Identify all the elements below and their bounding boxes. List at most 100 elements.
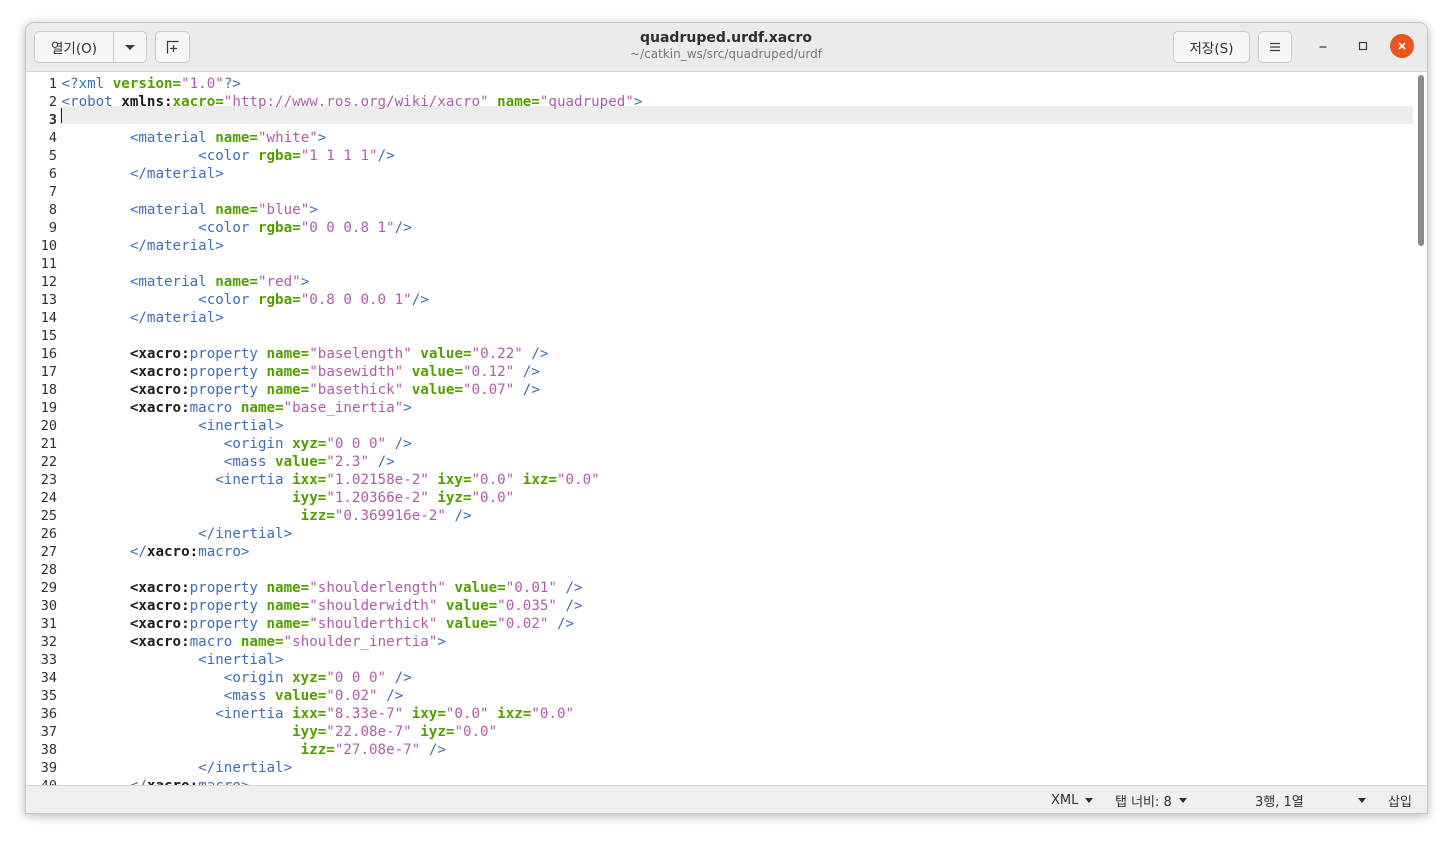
code-token: > [309,202,318,218]
cursor-position-selector[interactable]: 3행, 1열 [1255,791,1366,810]
line-code: <inertial> [62,651,284,669]
line-code: <xacro:macro name="base_inertia"> [62,399,412,417]
line-number: 14 [40,310,57,326]
code-token: <material [129,202,216,218]
code-token: macro> [198,544,250,560]
code-token: /> [522,382,540,398]
line-number: 5 [48,148,57,164]
code-token: value= [275,688,327,704]
save-button-label: 저장(S) [1189,41,1234,57]
code-token: <mass [223,454,276,470]
code-token: /> [454,508,472,524]
code-token: "basewidth" [309,364,404,380]
line-code: <xacro:property name="basethick" value="… [62,381,540,399]
line-number: 6 [48,166,57,182]
code-token: property [189,616,267,632]
save-button[interactable]: 저장(S) [1173,31,1250,63]
code-token: name= [215,274,258,290]
code-token: </ [129,544,147,560]
code-token: <inertial> [198,418,284,434]
code-token: </material> [129,238,224,254]
code-token: "http://www.ros.org/wiki/xacro" [223,94,489,110]
line-number: 10 [40,238,57,254]
code-token: > [300,274,310,290]
text-editor[interactable]: 1 <?xml version="1.0"?> 2 <robot xmlns:xacr… [26,72,1427,785]
code-token: name= [266,382,310,398]
tab-width-selector[interactable]: 탭 너비: 8 [1115,791,1187,810]
code-token: <origin [223,436,293,452]
line-number: 24 [40,490,57,506]
line-code: izz="0.369916e-2" /> [62,507,472,525]
code-token: <material [129,274,216,290]
editor-window: 열기(O) quadruped.urdf.xacro ~/catkin_ws/s… [25,22,1428,814]
code-token: /> [377,148,395,164]
code-token: name= [266,346,310,362]
line-number: 12 [40,274,57,290]
maximize-button[interactable] [1351,34,1375,58]
code-token: <xacro: [129,400,190,416]
line-code: <origin xyz="0 0 0" /> [62,435,412,453]
insert-mode-indicator[interactable]: 삽입 [1388,791,1412,810]
hamburger-menu-icon [1270,42,1280,52]
code-token: xmlns: [121,94,173,110]
line-code: <color rgba="0 0 0.8 1"/> [62,219,412,237]
vertical-scrollbar[interactable] [1415,72,1427,785]
code-token: macro [189,400,241,416]
insert-mode-label: 삽입 [1388,794,1412,810]
menu-button[interactable] [1258,31,1292,63]
code-token: ?> [223,76,241,92]
code-token: "0.02" [497,616,549,632]
code-token: name= [266,598,310,614]
code-token: xacro: [147,778,198,785]
line-number: 20 [40,418,57,434]
code-token: value= [411,382,463,398]
line-code: <material name="blue"> [62,201,318,219]
code-token: </ [130,778,147,785]
chevron-down-icon [125,44,135,50]
line-code: <material name="red"> [62,273,310,291]
code-token: "0 0 0" [326,436,387,452]
code-token: name= [240,400,284,416]
close-button[interactable] [1390,34,1414,58]
cursor-position-label: 3행, 1열 [1255,794,1304,810]
new-tab-button[interactable] [155,31,190,63]
line-number: 36 [40,706,57,722]
open-button[interactable]: 열기(O) [34,31,114,63]
code-token: <inertia [215,706,293,722]
line-number: 40 [26,777,57,785]
open-dropdown-button[interactable] [113,31,147,63]
code-token: "shoulder_inertia" [283,634,438,650]
line-code: </inertial> [62,759,293,777]
code-token: iyz= [437,490,472,506]
header-bar: 열기(O) quadruped.urdf.xacro ~/catkin_ws/s… [26,23,1427,72]
code-token: </inertial> [198,760,293,776]
line-number: 34 [40,670,57,686]
code-token: name= [266,364,310,380]
code-token: /> [565,598,583,614]
line-code: <inertia ixx="8.33e-7" ixy="0.0" ixz="0.… [62,705,574,723]
minimize-button[interactable] [1311,34,1335,58]
line-code: <color rgba="0.8 0 0.0 1"/> [62,291,429,309]
code-token: property [189,598,267,614]
code-token: property [189,346,267,362]
scrollbar-thumb[interactable] [1418,75,1424,246]
line-number: 30 [40,598,57,614]
code-token: "shoulderlength" [309,580,446,596]
language-selector[interactable]: XML [1051,791,1094,809]
code-token: <inertial> [198,652,284,668]
